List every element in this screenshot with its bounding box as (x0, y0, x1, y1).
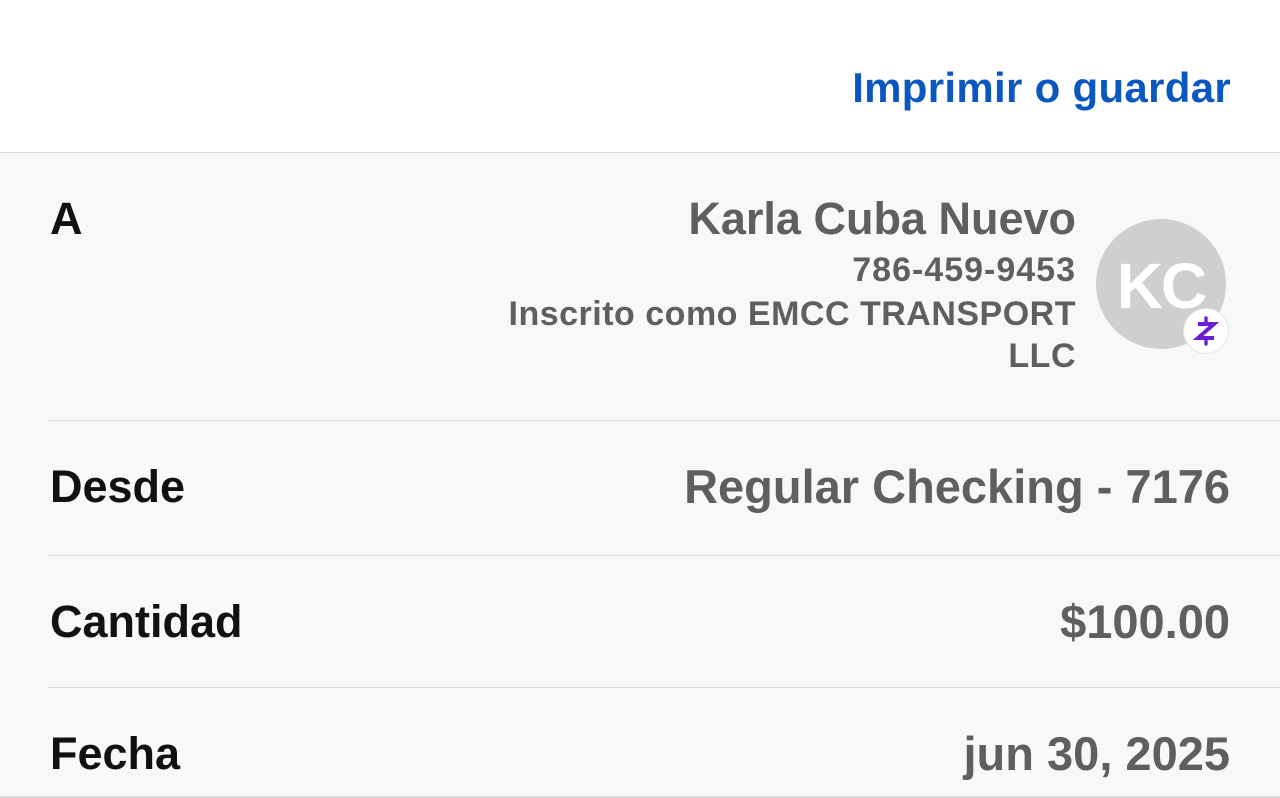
date-value: jun 30, 2025 (963, 727, 1231, 780)
from-account-value: Regular Checking - 7176 (684, 460, 1230, 513)
recipient-phone: 786-459-9453 (852, 251, 1076, 289)
recipient-label: A (50, 193, 83, 244)
top-bar: Imprimir o guardar (0, 0, 1280, 153)
payment-details: A Karla Cuba Nuevo 786-459-9453 Inscrito… (0, 153, 1280, 798)
detail-row-recipient: A Karla Cuba Nuevo 786-459-9453 Inscrito… (48, 153, 1280, 421)
avatar: KC (1096, 219, 1228, 353)
detail-row-from: Desde Regular Checking - 7176 (48, 421, 1280, 556)
date-label: Fecha (50, 728, 181, 779)
detail-row-date: Fecha jun 30, 2025 (48, 688, 1280, 798)
zelle-icon (1184, 309, 1228, 353)
detail-row-amount: Cantidad $100.00 (48, 556, 1280, 688)
amount-value: $100.00 (1060, 595, 1230, 648)
recipient-info: Karla Cuba Nuevo 786-459-9453 Inscrito c… (476, 191, 1076, 377)
print-or-save-link[interactable]: Imprimir o guardar (852, 64, 1231, 112)
from-label: Desde (50, 461, 186, 512)
recipient-name: Karla Cuba Nuevo (688, 193, 1076, 244)
amount-label: Cantidad (50, 596, 243, 647)
recipient-enrolled-as: Inscrito como EMCC TRANSPORT LLC (508, 295, 1076, 375)
